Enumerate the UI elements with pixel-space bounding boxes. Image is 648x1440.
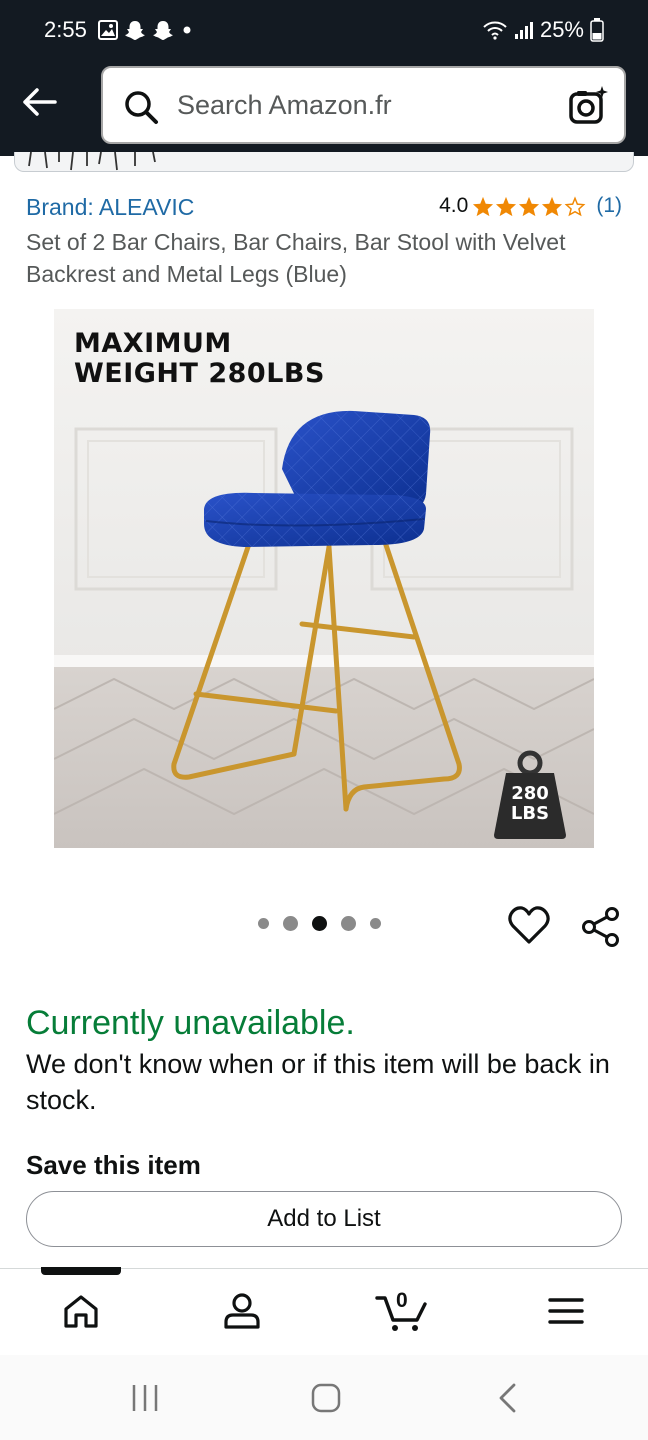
heart-icon [508, 906, 550, 944]
save-item-heading: Save this item [26, 1150, 201, 1180]
user-icon [224, 1293, 260, 1329]
nav-home[interactable] [51, 1289, 111, 1333]
cart-count: 0 [396, 1289, 408, 1312]
product-title: Set of 2 Bar Chairs, Bar Chairs, Bar Sto… [26, 229, 566, 287]
battery-percent: 25% [539, 17, 584, 42]
carousel-dot[interactable] [341, 916, 356, 931]
battery-icon [590, 18, 604, 42]
status-time: 2:55 [44, 17, 87, 42]
carousel-dot[interactable] [370, 918, 381, 929]
rating-value: 4.0 [439, 194, 469, 217]
wifi-icon [483, 21, 507, 40]
chevron-left-icon [499, 1383, 516, 1413]
star-empty-icon [564, 195, 586, 216]
system-nav-bar [0, 1355, 648, 1440]
snapchat-icon [125, 21, 145, 40]
nav-menu[interactable] [536, 1289, 596, 1333]
availability-status: Currently unavailable. [26, 1004, 355, 1042]
snapchat-icon [153, 21, 173, 40]
share-button[interactable] [580, 906, 622, 953]
wishlist-button[interactable] [508, 906, 550, 951]
star-full-icon [473, 196, 494, 216]
strip-fragment [28, 152, 156, 171]
status-right: 25% [482, 17, 604, 43]
image-caption-line2: WEIGHT 280LBS [74, 358, 325, 389]
camera-search-icon[interactable] [568, 86, 608, 126]
app-header [0, 60, 648, 156]
star-rating [472, 195, 586, 217]
nav-account[interactable] [212, 1289, 272, 1333]
star-full-icon [496, 196, 517, 216]
carousel-dot[interactable] [283, 916, 298, 931]
recent-apps-icon [132, 1385, 158, 1411]
carousel-dot-active[interactable] [312, 916, 327, 931]
back-button[interactable] [18, 82, 62, 122]
home-system-button[interactable] [311, 1383, 341, 1418]
image-caption-line1: MAXIMUM [74, 328, 232, 359]
rating-summary[interactable]: 4.0 (1) [439, 194, 622, 218]
nav-active-indicator [41, 1267, 121, 1275]
status-bar: 2:55 25% [0, 0, 648, 60]
weight-badge-line2: LBS [510, 803, 550, 824]
hamburger-menu-icon [548, 1298, 584, 1324]
image-thumbnail-strip [14, 152, 634, 172]
home-icon [64, 1295, 98, 1328]
star-full-icon [519, 196, 540, 216]
weight-badge: 280 LBS [492, 754, 568, 836]
search-bar[interactable] [101, 66, 626, 144]
arrow-left-icon [23, 88, 57, 116]
gallery-icon [98, 20, 118, 40]
weight-badge-line1: 280 [511, 783, 549, 804]
share-icon [582, 907, 619, 947]
star-full-icon [542, 196, 563, 216]
bottom-nav: 0 [0, 1267, 648, 1354]
weight-badge-text: 280 LBS [492, 784, 568, 824]
dot-icon [183, 26, 191, 34]
notification-icons [98, 19, 194, 41]
carousel-dots[interactable] [258, 916, 381, 931]
signal-icon [514, 22, 533, 39]
search-icon [125, 91, 158, 124]
rating-count-link[interactable]: (1) [596, 194, 622, 218]
home-square-icon [311, 1383, 341, 1413]
search-input[interactable] [177, 82, 557, 128]
system-back-button[interactable] [496, 1383, 520, 1418]
brand-link[interactable]: Brand: ALEAVIC [26, 194, 194, 221]
nav-cart[interactable]: 0 [372, 1289, 432, 1333]
carousel-dot[interactable] [258, 918, 269, 929]
add-to-list-button[interactable]: Add to List [26, 1191, 622, 1247]
product-image[interactable]: MAXIMUM WEIGHT 280LBS 280 LBS [54, 309, 594, 848]
recent-apps-button[interactable] [130, 1383, 160, 1418]
availability-note: We don't know when or if this item will … [26, 1049, 610, 1115]
image-caption: MAXIMUM WEIGHT 280LBS [74, 329, 325, 389]
